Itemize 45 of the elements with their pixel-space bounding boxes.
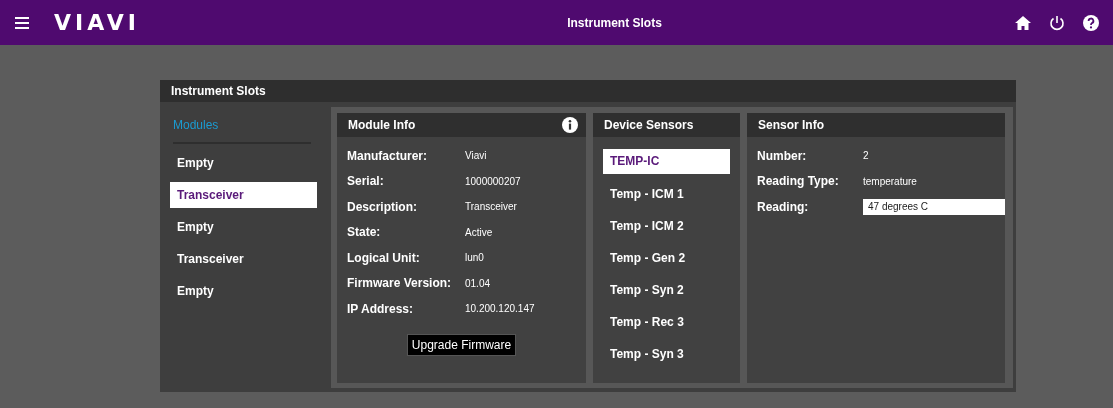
sensor-item[interactable]: Temp - ICM 1	[603, 182, 730, 207]
sensor-item[interactable]: Temp - ICM 2	[603, 214, 730, 239]
field-label: Serial:	[347, 174, 385, 189]
field-value: Viavi	[465, 150, 487, 162]
field-label: Firmware Version:	[347, 276, 453, 291]
help-icon[interactable]	[1083, 14, 1099, 31]
home-icon[interactable]	[1015, 15, 1031, 30]
field-value: 10.200.120.147	[465, 303, 535, 315]
field-value: 01.04	[465, 277, 491, 289]
panel-title: Module Info	[348, 118, 416, 132]
field-label: Reading:	[757, 199, 810, 214]
upgrade-firmware-button[interactable]: Upgrade Firmware	[406, 333, 517, 356]
sensor-item[interactable]: Temp - Rec 3	[603, 310, 730, 335]
field-value: temperature	[863, 175, 917, 187]
field-label: State:	[347, 225, 382, 240]
sensor-item[interactable]: Temp - Gen 2	[603, 246, 730, 271]
reading-field[interactable]: 47 degrees C	[863, 198, 1005, 215]
menu-icon[interactable]	[15, 16, 29, 29]
panel-title: Sensor Info	[758, 118, 824, 132]
module-item[interactable]: Empty	[170, 214, 317, 240]
field-value: lun0	[465, 252, 484, 264]
page-title: Instrument Slots	[566, 15, 663, 30]
module-item[interactable]: Transceiver	[170, 182, 317, 208]
sensor-item[interactable]: Temp - Syn 2	[603, 278, 730, 303]
modules-heading: Modules	[173, 118, 311, 144]
panel-title: Device Sensors	[604, 118, 694, 132]
field-label: Logical Unit:	[347, 250, 421, 265]
module-item[interactable]: Empty	[170, 150, 317, 176]
sensor-item[interactable]: Temp - Syn 3	[603, 342, 730, 367]
field-label: Reading Type:	[757, 174, 840, 189]
logo: VIAVI	[54, 10, 141, 35]
sensor-item[interactable]: TEMP-IC	[603, 149, 730, 174]
field-label: Description:	[347, 199, 418, 214]
field-value: 1000000207	[465, 175, 521, 187]
info-icon[interactable]	[562, 117, 578, 133]
field-label: Manufacturer:	[347, 148, 428, 163]
module-item[interactable]: Empty	[170, 278, 317, 304]
module-item[interactable]: Transceiver	[170, 246, 317, 272]
field-value: Active	[465, 226, 493, 238]
field-label: Number:	[757, 148, 808, 163]
power-icon[interactable]	[1049, 14, 1065, 31]
field-value: 2	[863, 150, 869, 162]
field-label: IP Address:	[347, 301, 415, 316]
field-value: Transceiver	[465, 201, 517, 213]
card-title: Instrument Slots	[160, 80, 1016, 102]
